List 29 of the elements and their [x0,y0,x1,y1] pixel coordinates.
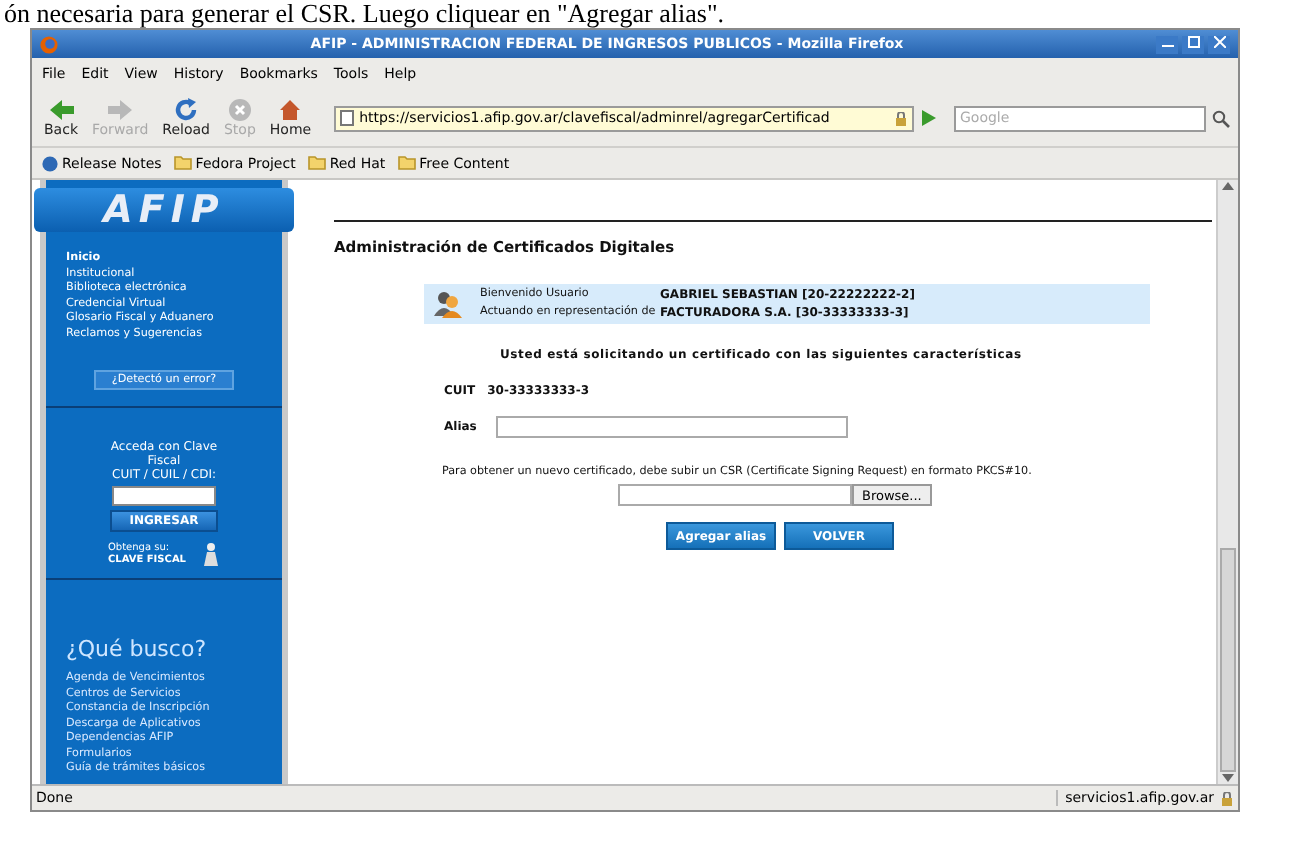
folder-icon [173,156,192,170]
close-button[interactable] [1208,35,1230,53]
users-icon [432,290,464,318]
scrollbar[interactable] [1216,180,1238,784]
scroll-down-arrow-icon[interactable] [1222,772,1234,784]
forward-arrow-icon [106,98,135,122]
alias-input-field[interactable] [496,416,849,438]
section-title: ¿Qué busco? [64,634,209,662]
home-icon [278,98,303,122]
maximize-button[interactable] [1182,35,1204,53]
padlock-icon [894,111,908,125]
padlock-icon [1220,791,1234,805]
stop-icon [227,98,252,122]
folder-icon [307,156,326,170]
folder-icon [397,156,416,170]
person-icon [202,542,220,566]
scroll-up-arrow-icon[interactable] [1222,180,1234,192]
page-icon [339,110,354,126]
cuit-input-field[interactable] [112,486,216,506]
afip-logo[interactable]: AFIP [34,188,294,232]
go-arrow-icon[interactable] [920,110,936,126]
file-path-field[interactable] [618,484,852,506]
close-icon [1213,35,1225,47]
reload-icon [174,98,199,122]
maximize-icon [1187,35,1199,47]
search-icon[interactable] [1212,109,1230,127]
back-arrow-icon [47,98,75,122]
page-caption: ón necesaria para generar el CSR. Luego cliquear en "Agregar alias". [2,0,727,28]
minimize-button[interactable] [1156,35,1178,53]
